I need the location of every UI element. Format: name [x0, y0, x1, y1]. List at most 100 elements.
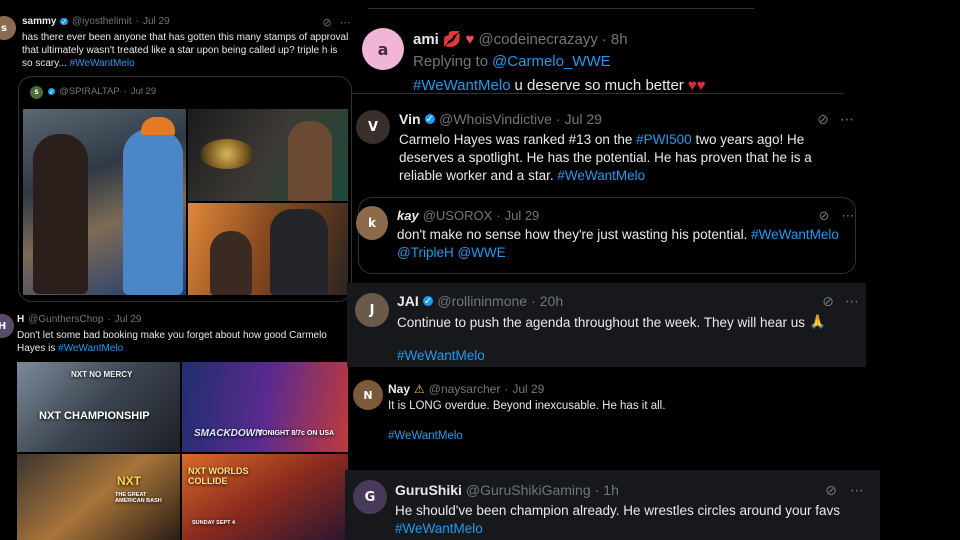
- tweet-header: GuruShiki @GuruShikiGaming · 1h: [395, 482, 619, 498]
- quote-handle[interactable]: @USOROX: [423, 208, 493, 223]
- avatar[interactable]: H: [0, 314, 14, 338]
- tweet-gurushiki[interactable]: G GuruShiki @GuruShikiGaming · 1h ⊘ ⋯ He…: [345, 470, 880, 540]
- tweet-jai[interactable]: J JAI ✓ @rollininmone · 20h ⊘ ⋯ Continue…: [347, 283, 866, 367]
- quote-timestamp[interactable]: Jul 29: [505, 208, 540, 223]
- wrestler-photo[interactable]: [188, 203, 348, 295]
- timestamp[interactable]: 1h: [603, 482, 619, 498]
- timestamp[interactable]: 20h: [540, 293, 563, 309]
- author-handle[interactable]: @naysarcher: [429, 382, 501, 396]
- avatar[interactable]: J: [355, 293, 389, 327]
- author-name[interactable]: sammy: [22, 16, 56, 27]
- author-name[interactable]: Vin: [399, 111, 421, 127]
- hashtag-link[interactable]: #WeWantMelo: [395, 521, 483, 536]
- tweet-text: He should've been champion already. He w…: [395, 503, 841, 536]
- grok-icon[interactable]: ⊘: [814, 111, 832, 129]
- tweet-header: sammy ✓ @iyosthelimit · Jul 29: [22, 16, 170, 27]
- quote-avatar: k: [356, 206, 388, 240]
- event-poster[interactable]: NXT THE GREAT AMERICAN BASH: [17, 454, 180, 540]
- grok-icon[interactable]: ⊘: [819, 293, 837, 311]
- more-icon[interactable]: ⋯: [840, 208, 856, 224]
- hashtag-link[interactable]: #PWI500: [636, 132, 692, 147]
- hashtag-link[interactable]: #WeWantMelo: [397, 348, 485, 363]
- avatar[interactable]: N: [353, 380, 383, 410]
- timestamp[interactable]: Jul 29: [143, 16, 170, 27]
- championship-belt-icon: [200, 139, 254, 169]
- quote-author-name[interactable]: kay: [397, 208, 419, 223]
- divider: [352, 93, 844, 94]
- wrestler-figure: [33, 134, 88, 294]
- tweet-text: has there ever been anyone that has gott…: [22, 32, 349, 69]
- wrestler-figure: [123, 129, 183, 295]
- tweet-text: It is LONG overdue. Beyond inexcusable. …: [388, 400, 666, 412]
- hashtag-link[interactable]: #WeWantMelo: [70, 58, 135, 69]
- grok-icon[interactable]: ⊘: [320, 15, 334, 29]
- avatar[interactable]: s: [0, 16, 16, 40]
- author-handle[interactable]: @GuruShikiGaming: [466, 482, 591, 498]
- tweet-header: JAI ✓ @rollininmone · 20h: [397, 293, 564, 309]
- quote-handle[interactable]: @SPIRALTAP: [59, 86, 120, 97]
- author-handle[interactable]: @iyosthelimit: [72, 16, 132, 27]
- more-icon[interactable]: ⋯: [838, 111, 856, 129]
- quote-text: don't make no sense how they're just was…: [397, 227, 839, 260]
- author-handle[interactable]: @WhoisVindictive: [439, 111, 552, 127]
- tweet-header: H @GunthersChop · Jul 29: [17, 314, 142, 325]
- timestamp[interactable]: Jul 29: [565, 111, 602, 127]
- warning-emoji: ⚠: [414, 382, 425, 396]
- tweet-hashtag: #WeWantMelo: [388, 430, 463, 442]
- wrestler-figure: [270, 209, 328, 295]
- avatar[interactable]: G: [353, 480, 387, 514]
- grok-icon[interactable]: ⊘: [822, 482, 840, 500]
- lips-emoji: 💋: [442, 31, 462, 48]
- tweet-header: Vin ✓ @WhoisVindictive · Jul 29: [399, 111, 602, 127]
- quote-header: ✓ @SPIRALTAP · Jul 29: [48, 86, 157, 97]
- grok-icon[interactable]: ⊘: [816, 208, 832, 224]
- author-name[interactable]: Nay: [388, 382, 410, 396]
- tweet-sammy[interactable]: s sammy ✓ @iyosthelimit · Jul 29 ⊘ ⋯ has…: [0, 0, 352, 306]
- cap-icon: [141, 117, 175, 135]
- wrestler-photo[interactable]: [23, 109, 186, 295]
- author-name[interactable]: H: [17, 314, 24, 325]
- event-poster[interactable]: NXT WORLDS COLLIDE SUNDAY SEPT 4: [182, 454, 348, 540]
- more-icon[interactable]: ⋯: [848, 482, 866, 500]
- replying-to: Replying to @Carmelo_WWE: [413, 53, 611, 70]
- event-poster[interactable]: NXT NO MERCY NXT CHAMPIONSHIP: [17, 362, 180, 452]
- avatar[interactable]: V: [356, 110, 390, 144]
- reply-ami[interactable]: a ami 💋 ♥ @codeinecrazayy · 8h Replying …: [352, 0, 872, 96]
- timestamp[interactable]: 8h: [611, 31, 628, 48]
- tweet-text: Don't let some bad booking make you forg…: [17, 330, 327, 354]
- divider: [368, 8, 754, 9]
- tweet-vin[interactable]: V Vin ✓ @WhoisVindictive · Jul 29 ⊘ ⋯ Ca…: [344, 98, 869, 282]
- wrestler-figure: [288, 121, 332, 201]
- tweet-text: Continue to push the agenda throughout t…: [397, 314, 826, 330]
- verified-badge-icon: ✓: [424, 113, 436, 125]
- quote-timestamp[interactable]: Jul 29: [131, 86, 156, 97]
- heart-emoji: ♥♥: [687, 77, 706, 94]
- tweet-h[interactable]: H H @GunthersChop · Jul 29 Don't let som…: [0, 306, 352, 540]
- tweet-hashtag: #WeWantMelo: [397, 348, 485, 363]
- quote-header: kay @USOROX · Jul 29: [397, 208, 540, 223]
- tweet-header: Nay ⚠ @naysarcher · Jul 29: [388, 382, 545, 396]
- author-handle[interactable]: @codeinecrazayy: [478, 31, 597, 48]
- author-handle[interactable]: @rollininmone: [437, 293, 527, 309]
- author-handle[interactable]: @GunthersChop: [28, 314, 103, 325]
- wrestler-photo[interactable]: [188, 109, 348, 201]
- verified-badge-icon: ✓: [422, 295, 434, 307]
- more-icon[interactable]: ⋯: [843, 293, 861, 311]
- hashtag-link[interactable]: #WeWantMelo: [557, 168, 645, 183]
- reply-mention-link[interactable]: @Carmelo_WWE: [492, 53, 611, 70]
- hashtag-link[interactable]: #WeWantMelo: [413, 77, 511, 94]
- hashtag-link[interactable]: #WeWantMelo: [58, 343, 123, 354]
- tweet-nay[interactable]: N Nay ⚠ @naysarcher · Jul 29 It is LONG …: [349, 372, 869, 466]
- timestamp[interactable]: Jul 29: [512, 382, 544, 396]
- avatar[interactable]: a: [362, 28, 404, 70]
- wrestler-figure: [210, 231, 252, 295]
- author-name[interactable]: GuruShiki: [395, 482, 462, 498]
- hashtag-link[interactable]: #WeWantMelo: [388, 430, 463, 442]
- author-name[interactable]: JAI: [397, 293, 419, 309]
- timestamp[interactable]: Jul 29: [115, 314, 142, 325]
- event-poster[interactable]: SMACKDOWN TONIGHT 8/7c ON USA: [182, 362, 348, 452]
- author-name[interactable]: ami: [413, 31, 439, 48]
- tweet-header: ami 💋 ♥ @codeinecrazayy · 8h: [413, 30, 628, 49]
- verified-badge-icon: ✓: [48, 87, 56, 96]
- more-icon[interactable]: ⋯: [338, 15, 352, 29]
